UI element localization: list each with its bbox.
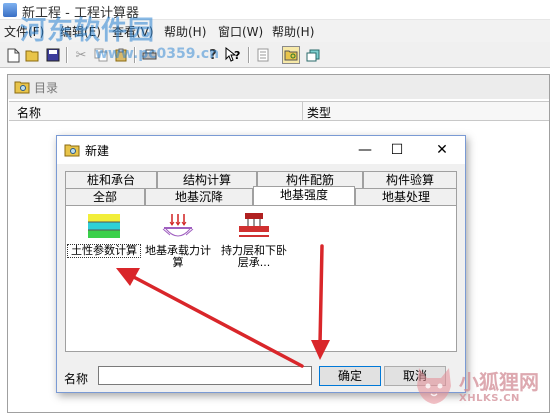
tab-member-check[interactable]: 构件验算 <box>363 171 457 189</box>
template-bearing-layer[interactable]: 持力层和下卧层承... <box>218 212 290 269</box>
toolbar-separator <box>248 47 250 63</box>
column-divider[interactable] <box>302 102 303 120</box>
app-icon <box>3 3 17 17</box>
template-label: 土性参数计算 <box>67 244 141 258</box>
catalog-title: 目录 <box>34 81 59 95</box>
tab-foundation-settlement[interactable]: 地基沉降 <box>145 188 253 206</box>
toolbar: ✂ ? ? <box>0 42 550 68</box>
cancel-button[interactable]: 取消 <box>384 366 446 386</box>
folder-search-icon <box>64 143 80 160</box>
copy-icon[interactable] <box>92 46 110 64</box>
menu-help-2[interactable]: 帮助(H) <box>272 23 314 40</box>
maximize-button[interactable]: ☐ <box>383 140 411 160</box>
close-button[interactable]: ✕ <box>428 140 456 160</box>
tab-structural-calc[interactable]: 结构计算 <box>157 171 257 189</box>
menu-view[interactable]: 查看(V) <box>112 23 154 40</box>
column-header-type[interactable]: 类型 <box>307 104 331 121</box>
template-label: 持力层和下卧层承... <box>221 244 287 269</box>
save-icon[interactable] <box>44 46 62 64</box>
bearing-layer-icon <box>237 212 271 242</box>
column-header-name[interactable]: 名称 <box>17 104 41 121</box>
new-icon[interactable] <box>4 46 22 64</box>
app-title: 新工程 - 工程计算器 <box>22 6 139 21</box>
menu-edit[interactable]: 编辑(E) <box>60 23 101 40</box>
menu-bar: 文件(F) 编辑(E) 查看(V) 帮助(H) 窗口(W) 帮助(H) <box>0 20 550 42</box>
cut-icon[interactable]: ✂ <box>72 46 90 64</box>
toolbar-separator <box>134 47 136 63</box>
bearing-capacity-icon <box>161 212 195 242</box>
menu-window[interactable]: 窗口(W) <box>218 23 263 40</box>
template-label: 地基承载力计算 <box>145 244 211 269</box>
ok-button[interactable]: 确定 <box>319 366 381 386</box>
open-icon[interactable] <box>24 46 42 64</box>
app-titlebar: 新工程 - 工程计算器 <box>0 0 550 21</box>
minimize-button[interactable]: — <box>351 140 379 160</box>
name-label: 名称 <box>64 372 89 386</box>
menu-file[interactable]: 文件(F) <box>4 23 44 40</box>
catalog-list-header: 名称 类型 <box>9 101 549 121</box>
dialog-title: 新建 <box>85 144 110 158</box>
new-folder-icon[interactable] <box>304 46 322 64</box>
template-panel: 土性参数计算 地基承载力计算 持力层和下卧层承... <box>65 205 457 352</box>
print-icon[interactable] <box>140 46 158 64</box>
context-help-icon[interactable]: ? <box>224 46 242 64</box>
context-help-glyph: ? <box>234 49 240 62</box>
name-input[interactable] <box>98 366 312 385</box>
soil-layers-icon <box>87 212 121 242</box>
toolbar-separator <box>66 47 68 63</box>
menu-help[interactable]: 帮助(H) <box>164 23 206 40</box>
template-soil-parameters[interactable]: 土性参数计算 <box>67 212 141 258</box>
open-folder-icon[interactable] <box>282 46 300 64</box>
dialog-titlebar: 新建 — ☐ ✕ <box>57 136 465 164</box>
catalog-titlebar: 目录 <box>8 75 549 99</box>
template-bearing-capacity[interactable]: 地基承载力计算 <box>142 212 214 269</box>
report-icon[interactable] <box>254 46 272 64</box>
tab-piles-and-caps[interactable]: 桩和承台 <box>65 171 157 189</box>
new-dialog: 新建 — ☐ ✕ 桩和承台 结构计算 构件配筋 构件验算 全部 地基沉降 地基强… <box>56 135 466 393</box>
folder-search-icon <box>14 80 30 97</box>
tab-foundation-treatment[interactable]: 地基处理 <box>355 188 457 206</box>
help-icon[interactable]: ? <box>204 46 222 64</box>
tab-all[interactable]: 全部 <box>65 188 145 206</box>
paste-icon[interactable] <box>112 46 130 64</box>
tab-foundation-strength[interactable]: 地基强度 <box>253 186 355 205</box>
